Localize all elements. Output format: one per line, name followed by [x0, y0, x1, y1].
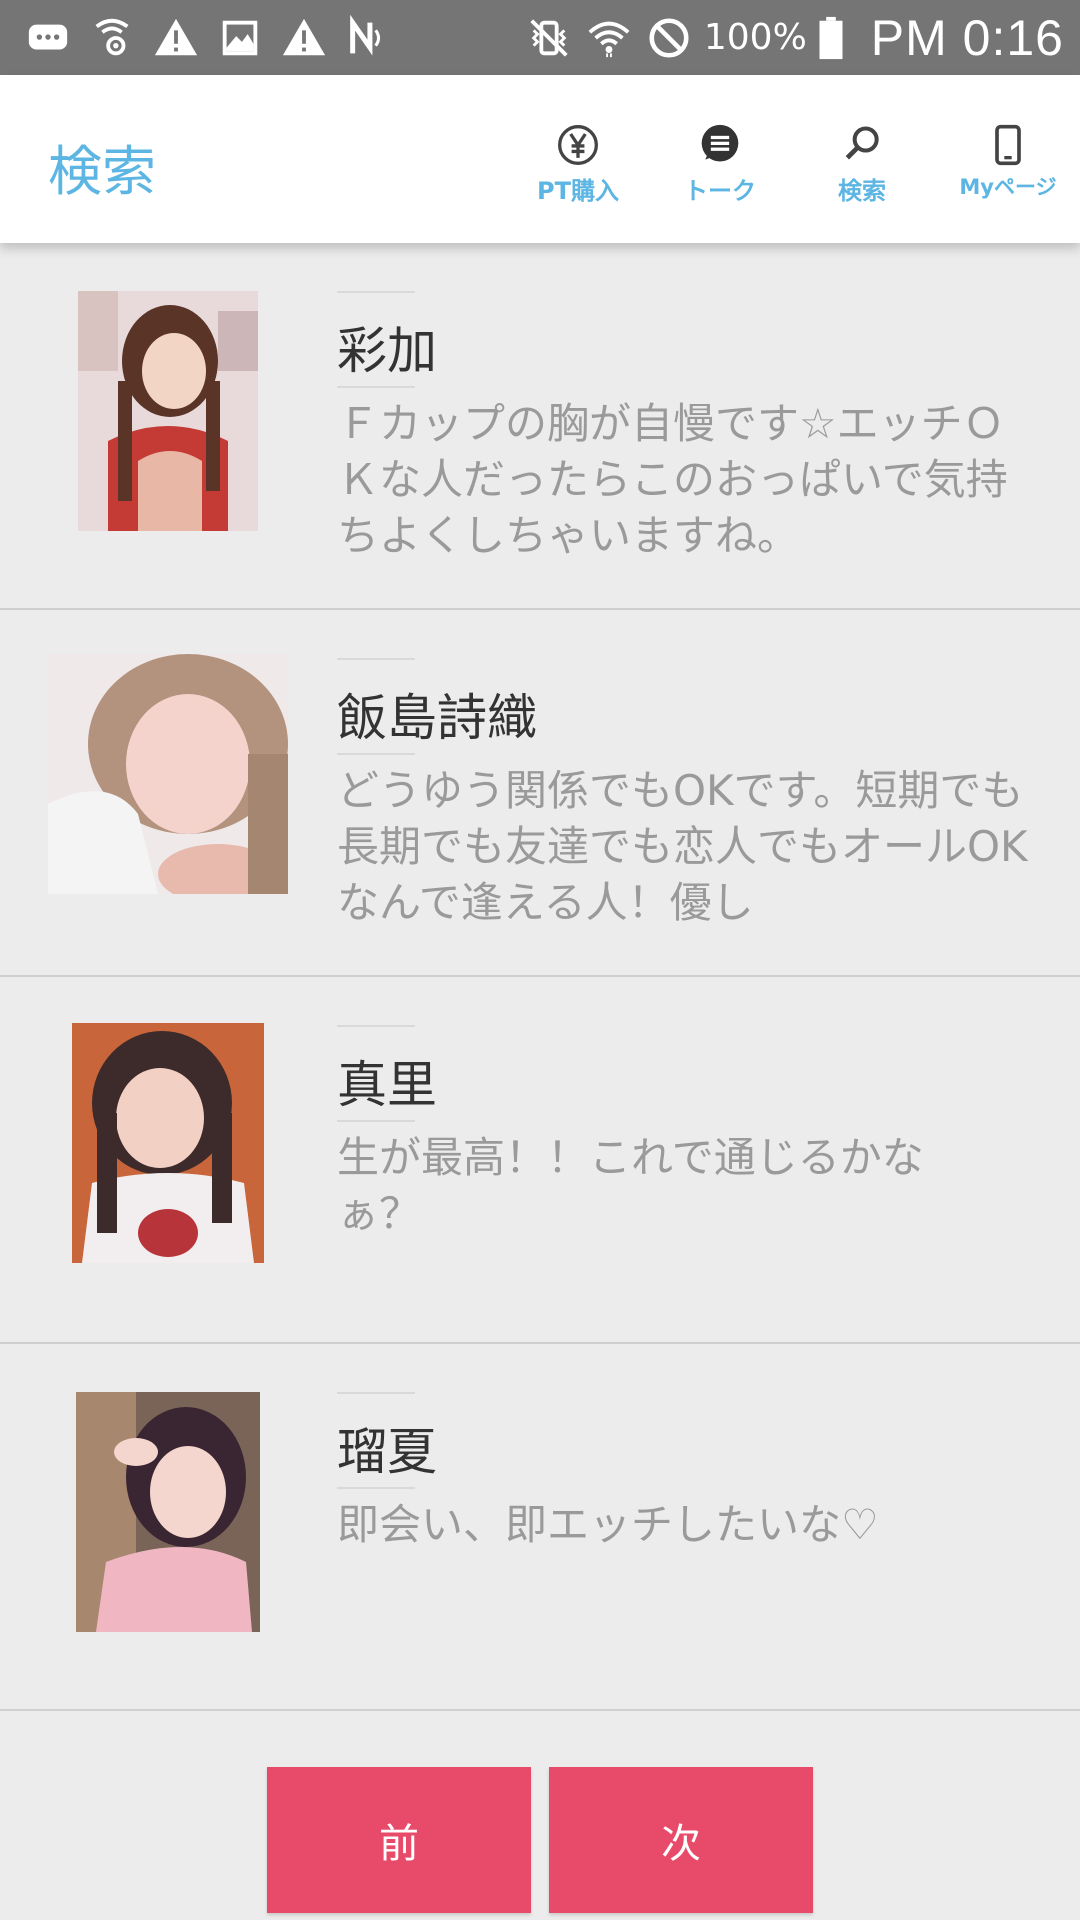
list-item[interactable]: 真里 生が最高！！これで通じるかなぁ？: [0, 977, 1080, 1344]
profile-description: Ｆカップの胸が自慢です☆エッチＯＫな人だったらこのおっぱいで気持ちよくしちゃいま…: [337, 399, 1008, 560]
nav-search[interactable]: 検索: [802, 123, 922, 206]
yen-icon: [558, 125, 598, 165]
search-icon: [845, 126, 879, 160]
wifi-icon: [584, 13, 634, 63]
nav-my-page[interactable]: Myページ: [948, 123, 1068, 201]
nav-talk[interactable]: トーク: [660, 123, 780, 206]
prev-page-button[interactable]: 前: [267, 1767, 531, 1913]
battery-icon: [813, 13, 849, 63]
profile-description: 即会い、即エッチしたいな♡: [337, 1500, 879, 1549]
nav-label: Myページ: [959, 175, 1057, 199]
profile-description: 生が最高！！これで通じるかなぁ？: [337, 1133, 924, 1238]
nfc-icon: [340, 13, 396, 63]
name-divider: [337, 291, 415, 293]
nav-label: トーク: [684, 177, 756, 205]
name-divider: [337, 1392, 415, 1394]
image-icon: [212, 13, 268, 63]
nav-label: 検索: [838, 177, 886, 205]
name-divider: [337, 1120, 415, 1122]
page-title: 検索: [48, 140, 156, 203]
name-divider: [337, 1487, 415, 1489]
app-header: 検索 PT購入 トーク 検索 Myページ: [0, 75, 1080, 243]
profile-name: 彩加: [337, 322, 437, 380]
phone-icon: [995, 124, 1021, 166]
list-item[interactable]: 飯島詩織 どうゆう関係でもOKです。短期でも長期でも友達でも恋人でもオールOKな…: [0, 610, 1080, 977]
status-bar-left: [20, 13, 404, 63]
status-bar-right: 100% PM 0:16: [524, 9, 1064, 67]
list-item[interactable]: 彩加 Ｆカップの胸が自慢です☆エッチＯＫな人だったらこのおっぱいで気持ちよくしち…: [0, 243, 1080, 610]
vibrate-mute-icon: [524, 13, 574, 63]
nav-label: PT購入: [537, 177, 619, 205]
profile-name: 瑠夏: [337, 1423, 437, 1481]
avatar: [76, 1392, 260, 1632]
next-page-button[interactable]: 次: [549, 1767, 813, 1913]
chat-icon: [701, 124, 739, 162]
avatar: [72, 1023, 264, 1263]
settings-signal-icon: [84, 13, 140, 63]
profile-list: 彩加 Ｆカップの胸が自慢です☆エッチＯＫな人だったらこのおっぱいで気持ちよくしち…: [0, 243, 1080, 1711]
name-divider: [337, 386, 415, 388]
avatar: [78, 291, 258, 531]
name-divider: [337, 1025, 415, 1027]
status-bar: 100% PM 0:16: [0, 0, 1080, 75]
warning-icon: [276, 13, 332, 63]
clock: PM 0:16: [870, 9, 1064, 66]
name-divider: [337, 753, 415, 755]
nav-pt-purchase[interactable]: PT購入: [518, 123, 638, 206]
avatar: [48, 654, 288, 894]
battery-percent: 100%: [703, 17, 807, 58]
warning-icon: [148, 13, 204, 63]
list-item[interactable]: 瑠夏 即会い、即エッチしたいな♡: [0, 1344, 1080, 1711]
chat-bubble-icon: [20, 13, 76, 63]
name-divider: [337, 658, 415, 660]
profile-name: 飯島詩織: [337, 689, 537, 747]
profile-description: どうゆう関係でもOKです。短期でも長期でも友達でも恋人でもオールOKなんで逢える…: [337, 766, 1028, 927]
profile-name: 真里: [337, 1056, 437, 1114]
do-not-disturb-icon: [644, 13, 694, 63]
